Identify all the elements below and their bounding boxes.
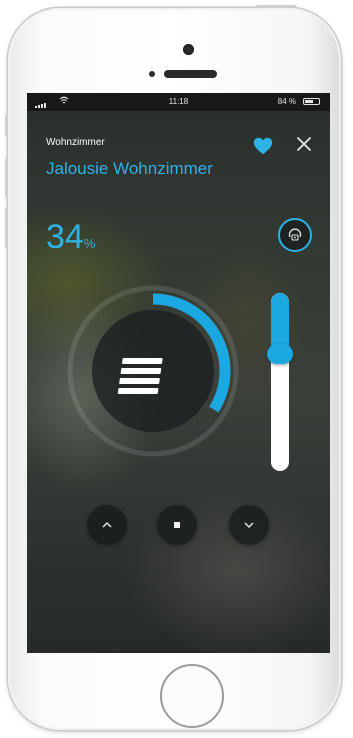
open-button[interactable] (87, 505, 127, 545)
mute-switch (5, 114, 8, 136)
battery-percent: 84 % (277, 97, 296, 106)
chevron-up-icon (102, 521, 112, 528)
home-button[interactable] (160, 664, 224, 728)
power-button (256, 5, 296, 8)
position-unit: % (83, 236, 96, 251)
volume-up-button (5, 158, 8, 198)
automation-button[interactable] (278, 218, 312, 252)
automation-icon (288, 228, 302, 241)
earpiece-speaker (164, 70, 217, 78)
position-slider-track[interactable] (271, 293, 289, 471)
stop-button[interactable] (157, 505, 197, 545)
status-bar: 11:18 84 % (27, 93, 330, 111)
position-dial[interactable] (67, 285, 239, 457)
proximity-sensor (149, 71, 155, 77)
chevron-down-icon (244, 522, 254, 529)
position-slider-thumb[interactable] (267, 344, 293, 364)
device-title: Jalousie Wohnzimmer (46, 159, 213, 178)
heart-icon[interactable] (252, 135, 274, 157)
position-value: 34 (46, 218, 84, 256)
volume-down-button (5, 208, 8, 248)
battery-icon (303, 98, 320, 105)
stop-icon (174, 522, 180, 528)
position-readout: 34% (46, 217, 95, 264)
front-camera (183, 44, 194, 55)
app-screen: 11:18 84 % Wohnzimmer Jalousie Wohnzimme… (27, 93, 330, 653)
close-icon[interactable] (293, 133, 315, 155)
room-name: Wohnzimmer (46, 137, 105, 148)
close-blinds-button[interactable] (229, 505, 269, 545)
